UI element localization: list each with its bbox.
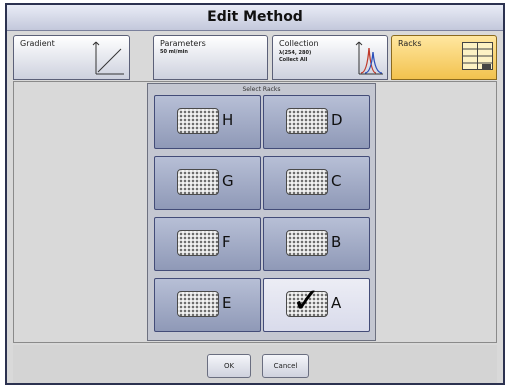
rack-label-h: H: [222, 111, 234, 129]
rack-button-g[interactable]: G: [154, 156, 261, 210]
tab-collection-mode: Collect All: [279, 57, 308, 63]
rack-button-a[interactable]: ✓ A: [263, 278, 370, 332]
rack-plate-icon: [177, 169, 219, 195]
rack-button-d[interactable]: D: [263, 95, 370, 149]
rack-plate-icon: ✓: [286, 281, 328, 321]
method-tabs: Gradient Parameters 50 ml/min Collection…: [13, 35, 497, 81]
rack-button-h[interactable]: H: [154, 95, 261, 149]
rack-button-c[interactable]: C: [263, 156, 370, 210]
cancel-button[interactable]: Cancel: [262, 354, 309, 378]
tab-parameters-label: Parameters: [160, 39, 206, 48]
gradient-ramp-icon: [92, 41, 124, 75]
tab-parameters-flow: 50 ml/min: [160, 49, 188, 55]
tab-collection-label: Collection: [279, 39, 319, 48]
rack-button-f[interactable]: F: [154, 217, 261, 271]
rack-plate-icon: [177, 108, 219, 134]
chromatogram-peaks-icon: [355, 41, 383, 75]
rack-label-c: C: [331, 172, 342, 190]
rack-label-b: B: [331, 233, 342, 251]
tab-parameters[interactable]: Parameters 50 ml/min: [153, 35, 268, 80]
rack-plate-icon: [177, 230, 219, 256]
rack-button-e[interactable]: E: [154, 278, 261, 332]
rack-button-b[interactable]: B: [263, 217, 370, 271]
rack-grid-icon: [462, 42, 493, 70]
rack-label-a: A: [331, 294, 342, 312]
rack-label-f: F: [222, 233, 231, 251]
ok-button[interactable]: OK: [207, 354, 251, 378]
select-racks-panel: Select Racks H D G C F B E ✓ A: [147, 83, 376, 341]
tab-racks[interactable]: Racks: [391, 35, 497, 80]
dialog-footer: [13, 345, 497, 383]
tab-racks-label: Racks: [398, 39, 422, 48]
rack-label-g: G: [222, 172, 234, 190]
rack-plate-icon: [286, 230, 328, 256]
select-racks-title: Select Racks: [242, 86, 281, 93]
rack-plate-icon: [286, 108, 328, 134]
tab-collection-wavelengths: λ(254, 280): [279, 50, 312, 56]
rack-plate-icon: [286, 169, 328, 195]
dialog-title: Edit Method: [7, 5, 503, 31]
checkmark-icon: ✓: [292, 281, 321, 321]
tab-gradient-label: Gradient: [20, 39, 55, 48]
rack-plate-icon: [177, 291, 219, 317]
tab-collection[interactable]: Collection λ(254, 280) Collect All: [272, 35, 388, 80]
rack-label-d: D: [331, 111, 343, 129]
rack-label-e: E: [222, 294, 232, 312]
tab-gradient[interactable]: Gradient: [13, 35, 130, 80]
